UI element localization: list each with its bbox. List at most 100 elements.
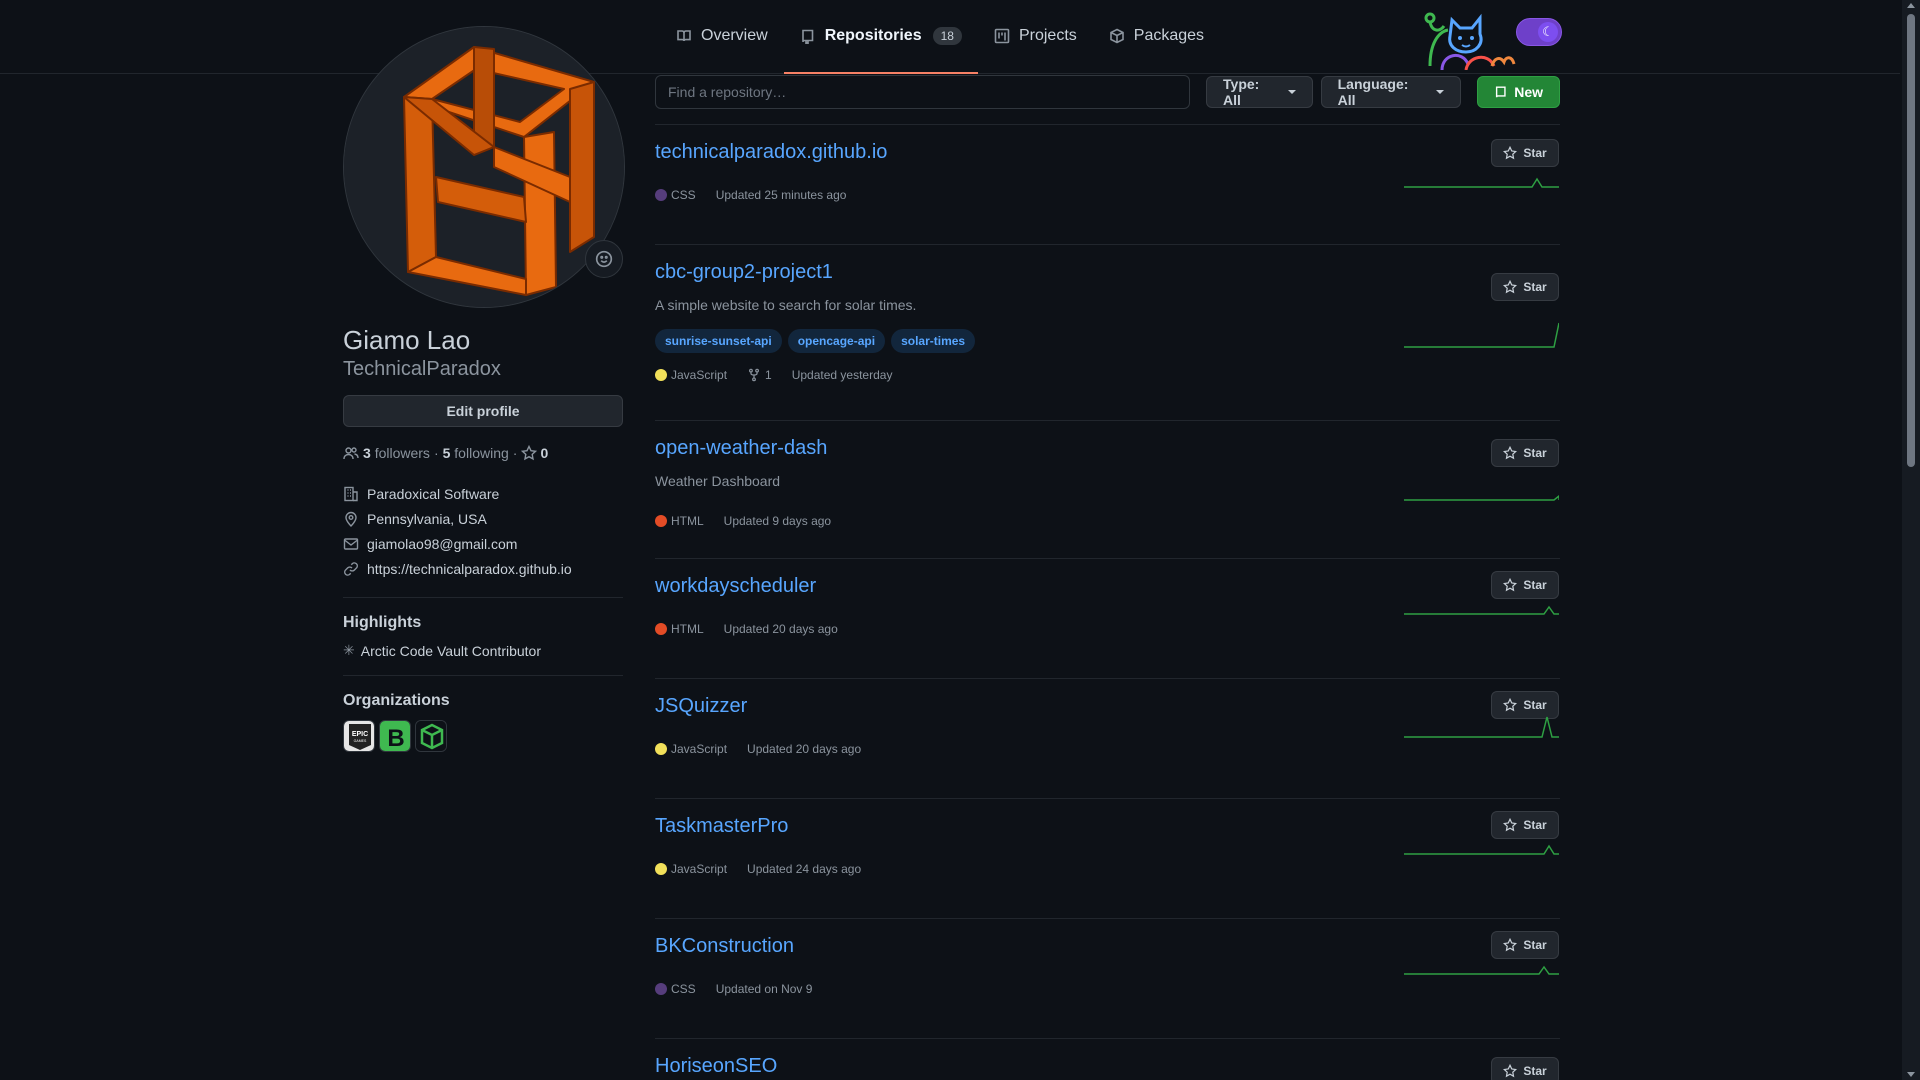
repo-language: HTML <box>671 514 704 528</box>
scroll-down-arrow[interactable] <box>1907 1072 1915 1077</box>
arctic-vault-link[interactable]: Arctic Code Vault Contributor <box>361 643 541 659</box>
tab-packages[interactable]: Packages <box>1093 0 1220 74</box>
new-repository-button[interactable]: New <box>1477 76 1561 108</box>
activity-sparkline <box>1404 844 1559 855</box>
repo-name-link[interactable]: technicalparadox.github.io <box>655 141 887 164</box>
avatar[interactable] <box>343 26 625 308</box>
repo-name-link[interactable]: open-weather-dash <box>655 437 827 460</box>
find-repository-input[interactable] <box>655 75 1191 109</box>
company-item: Paradoxical Software <box>343 481 625 506</box>
repo-name-link[interactable]: workdayscheduler <box>655 575 816 598</box>
location-icon <box>345 511 357 527</box>
star-button[interactable]: Star <box>1491 273 1559 301</box>
language-filter-label: Language: All <box>1337 76 1409 108</box>
profile-sidebar: Giamo Lao TechnicalParadox Edit profile … <box>343 26 625 752</box>
stars-link[interactable]: 0 <box>521 445 548 461</box>
website-item: https://technicalparadox.github.io <box>343 556 625 581</box>
repo-topics: sunrise-sunset-api opencage-api solar-time… <box>655 329 976 353</box>
repo-language: CSS <box>671 188 696 202</box>
topic-tag[interactable]: opencage-api <box>787 329 886 353</box>
theme-toggle[interactable]: ☾ <box>1516 18 1562 46</box>
snowflake-icon: ✳ <box>343 642 355 658</box>
star-icon <box>1503 446 1518 460</box>
repo-updated: Updated 9 days ago <box>723 514 832 528</box>
sparkline-path <box>1404 965 1559 975</box>
repositories-panel: Type: All Language: All New technicalpar… <box>655 74 1561 1080</box>
repo-item: workdayscheduler HTML Updated 20 days ago S… <box>655 559 1560 679</box>
star-label: Star <box>1523 938 1547 952</box>
language-filter-dropdown[interactable]: Language: All <box>1320 76 1462 108</box>
repo-filter-bar: Type: All Language: All New <box>655 75 1561 109</box>
star-label: Star <box>1523 1064 1547 1078</box>
type-filter-dropdown[interactable]: Type: All <box>1206 76 1313 108</box>
repo-name-link[interactable]: BKConstruction <box>655 935 794 958</box>
topic-tag[interactable]: sunrise-sunset-api <box>655 329 782 353</box>
sparkline-path <box>1404 495 1559 501</box>
followers-count: 3 <box>363 445 371 461</box>
star-button[interactable]: Star <box>1491 139 1559 167</box>
profile-details: Paradoxical Software Pennsylvania, USA g… <box>343 481 625 581</box>
language-color-dot <box>655 189 667 201</box>
org-avatar-b[interactable]: B <box>379 720 411 752</box>
repo-meta: JavaScript Updated 20 days ago <box>655 742 861 756</box>
org-avatar-epic-games[interactable]: EPIC GAMES <box>343 720 375 752</box>
highlight-item: ✳ Arctic Code Vault Contributor <box>343 642 625 659</box>
repo-forks-link[interactable]: 1 <box>747 368 772 382</box>
repositories-count-badge: 18 <box>932 27 962 45</box>
sparkline-path <box>1404 605 1559 615</box>
followers-label: followers <box>374 445 430 461</box>
set-status-button[interactable] <box>585 240 623 278</box>
language-color-dot <box>655 983 667 995</box>
fork-count: 1 <box>765 368 772 382</box>
followers-link[interactable]: 3 followers <box>363 445 430 461</box>
package-icon <box>1109 28 1124 44</box>
tab-overview-label: Overview <box>701 27 768 44</box>
location-text: Pennsylvania, USA <box>367 510 487 527</box>
divider <box>343 675 623 676</box>
star-icon <box>1503 280 1518 294</box>
activity-sparkline <box>1404 322 1559 348</box>
activity-sparkline <box>1404 177 1559 188</box>
repo-meta: CSS Updated on Nov 9 <box>655 982 812 996</box>
repo-icon <box>801 29 813 44</box>
email-item: giamolao98@gmail.com <box>343 531 625 556</box>
website-link[interactable]: https://technicalparadox.github.io <box>367 561 572 577</box>
repo-meta: HTML Updated 9 days ago <box>655 514 831 528</box>
scroll-up-arrow[interactable] <box>1907 3 1915 8</box>
location-item: Pennsylvania, USA <box>343 506 625 531</box>
caret-down-icon <box>1436 90 1445 94</box>
repo-name-link[interactable]: HoriseonSEO <box>655 1055 777 1078</box>
avatar-container <box>343 26 625 308</box>
new-button-label: New <box>1514 84 1544 100</box>
repo-name-link[interactable]: cbc-group2-project1 <box>655 261 833 284</box>
repo-updated: Updated 20 days ago <box>747 742 862 756</box>
email-link[interactable]: giamolao98@gmail.com <box>367 536 517 552</box>
highlights-heading: Highlights <box>343 614 422 631</box>
repo-item: technicalparadox.github.io CSS Updated 25 … <box>655 125 1560 245</box>
separator-dot: · <box>512 445 518 461</box>
mail-icon <box>343 537 359 550</box>
star-button[interactable]: Star <box>1491 439 1559 467</box>
tab-overview[interactable]: Overview <box>660 0 784 74</box>
org-avatar-cube[interactable] <box>415 720 447 752</box>
repo-item: BKConstruction CSS Updated on Nov 9 Star <box>655 919 1560 1039</box>
star-icon <box>1503 1064 1518 1078</box>
star-button[interactable]: Star <box>1491 1057 1559 1080</box>
activity-sparkline <box>1404 605 1559 615</box>
repo-name-link[interactable]: TaskmasterPro <box>655 815 788 838</box>
following-count: 5 <box>442 445 451 461</box>
svg-text:EPIC: EPIC <box>352 731 368 738</box>
topic-tag[interactable]: solar-times <box>891 329 976 353</box>
scrollbar-thumb[interactable] <box>1907 14 1915 467</box>
tab-projects[interactable]: Projects <box>978 0 1093 74</box>
page-scrollbar[interactable] <box>1902 0 1920 1080</box>
edit-profile-button[interactable]: Edit profile <box>343 395 623 427</box>
following-link[interactable]: 5 following <box>443 445 509 461</box>
repo-description: A simple website to search for solar tim… <box>655 297 917 313</box>
repo-name-link[interactable]: JSQuizzer <box>655 695 747 718</box>
tab-repositories[interactable]: Repositories 18 <box>783 0 978 74</box>
repo-updated: Updated 20 days ago <box>723 622 838 636</box>
svg-text:B: B <box>387 725 404 752</box>
fork-icon <box>749 368 760 382</box>
repo-language: JavaScript <box>671 368 728 382</box>
